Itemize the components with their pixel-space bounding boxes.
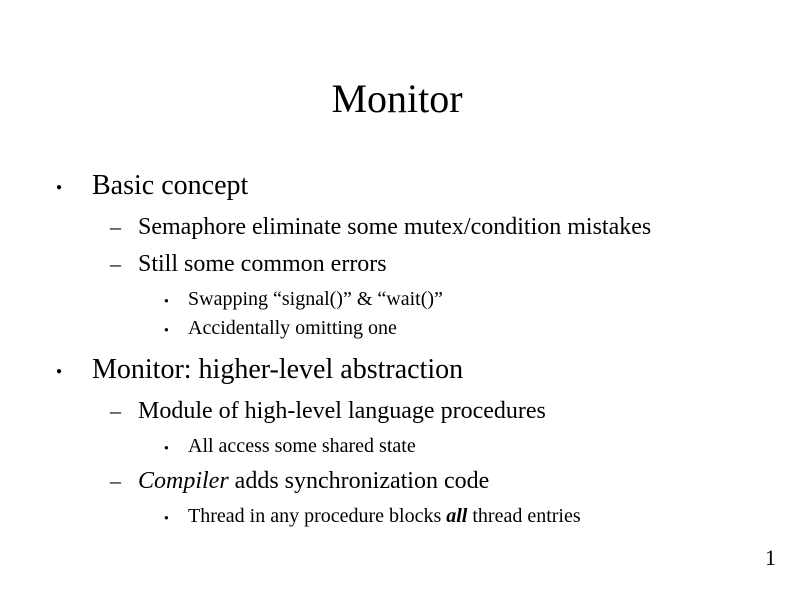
bullet-text: Monitor: higher-level abstraction [92,354,463,385]
subbullet-prefix-italic: Compiler [138,468,229,494]
subsubbullet-emph: all [446,505,467,527]
slide-title: Monitor [40,75,754,122]
subsubbullet-text: All access some shared state [188,435,416,457]
subbullet-text: Semaphore eliminate some mutex/condition… [138,214,651,240]
subsubbullet-swapping: Swapping “signal()” & “wait()” [164,288,754,311]
subbullet-module: Module of high-level language procedures… [110,398,754,458]
bullet-list-level3: All access some shared state [164,435,754,458]
subsubbullet-text: Swapping “signal()” & “wait()” [188,288,443,310]
subbullet-text: Module of high-level language procedures [138,398,546,424]
subsubbullet-pre: Thread in any procedure blocks [188,505,446,527]
bullet-list-level1: Basic concept Semaphore eliminate some m… [56,170,754,528]
bullet-text: Basic concept [92,170,248,201]
page-number: 1 [765,545,776,571]
bullet-list-level3: Swapping “signal()” & “wait()” Accidenta… [164,288,754,340]
subbullet-compiler: Compiler adds synchronization code Threa… [110,468,754,528]
subsubbullet-omitting: Accidentally omitting one [164,317,754,340]
bullet-list-level2: Semaphore eliminate some mutex/condition… [110,214,754,340]
bullet-list-level2: Module of high-level language procedures… [110,398,754,528]
subbullet-common-errors: Still some common errors Swapping “signa… [110,251,754,340]
subsubbullet-shared-state: All access some shared state [164,435,754,458]
slide: Monitor Basic concept Semaphore eliminat… [0,0,794,572]
subsubbullet-thread-blocks: Thread in any procedure blocks all threa… [164,505,754,528]
subsubbullet-post: thread entries [467,505,580,527]
bullet-basic-concept: Basic concept Semaphore eliminate some m… [56,170,754,340]
subbullet-rest: adds synchronization code [229,468,490,494]
bullet-list-level3: Thread in any procedure blocks all threa… [164,505,754,528]
subbullet-semaphore: Semaphore eliminate some mutex/condition… [110,214,754,241]
subsubbullet-text: Accidentally omitting one [188,317,397,339]
bullet-monitor-abstraction: Monitor: higher-level abstraction Module… [56,354,754,528]
subbullet-text: Still some common errors [138,251,387,277]
